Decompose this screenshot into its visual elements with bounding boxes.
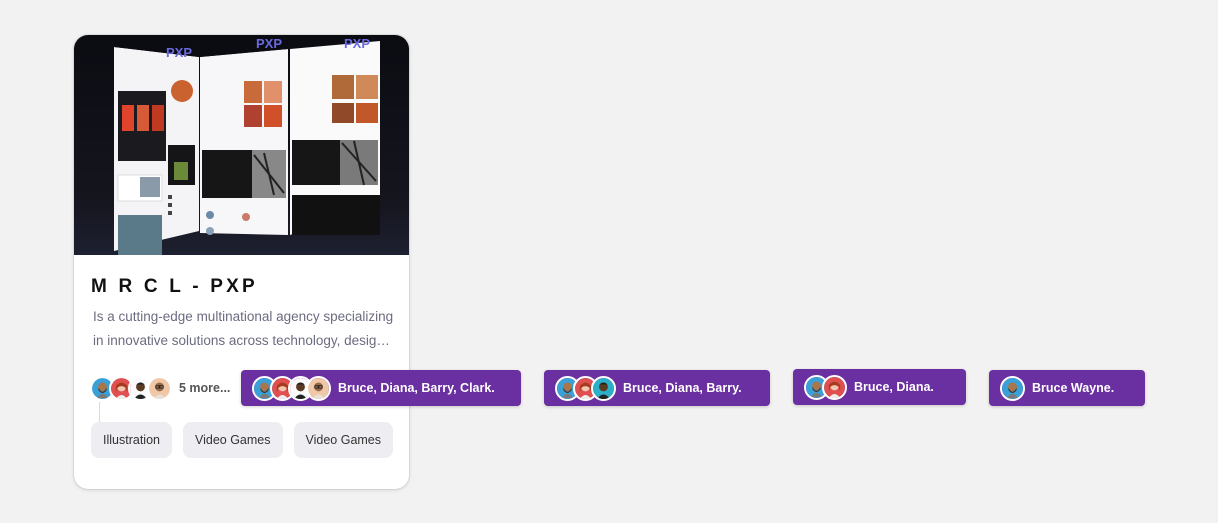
collaborators-tooltip-1: Bruce Wayne. <box>989 370 1145 406</box>
project-description: Is a cutting-edge multinational agency s… <box>93 309 394 348</box>
pxp-logo: PXP <box>166 45 192 60</box>
tooltip-names: Bruce Wayne. <box>1032 381 1115 395</box>
tag-list: Illustration Video Games Video Games <box>91 422 394 458</box>
project-thumbnail: PXP PXP PXP <box>74 35 409 255</box>
project-card[interactable]: PXP PXP PXP M R C L - PXP Is a cutting-e… <box>74 35 409 489</box>
tooltip-avatars <box>252 375 331 401</box>
collaborators-tooltip-3: Bruce, Diana, Barry. <box>544 370 770 406</box>
collaborators-group[interactable]: 5 more... <box>90 374 230 402</box>
tag-chip[interactable]: Illustration <box>91 422 172 458</box>
avatar-glasses-icon <box>306 375 331 401</box>
website-mockup-image: PXP PXP PXP <box>114 35 380 255</box>
collaborators-tooltip-2: Bruce, Diana. <box>793 369 966 405</box>
more-collaborators-label[interactable]: 5 more... <box>179 381 230 395</box>
project-title: M R C L - PXP <box>91 276 258 297</box>
svg-text:PXP: PXP <box>256 36 282 51</box>
svg-text:PXP: PXP <box>344 36 370 51</box>
tooltip-names: Bruce, Diana, Barry, Clark. <box>338 381 495 395</box>
tag-chip[interactable]: Video Games <box>293 422 394 458</box>
tooltip-names: Bruce, Diana. <box>854 380 934 394</box>
avatar-bald-beard-icon <box>1000 375 1025 401</box>
avatar-glasses-icon <box>147 375 172 401</box>
tooltip-avatars <box>555 375 616 401</box>
collaborators-tooltip-4: Bruce, Diana, Barry, Clark. <box>241 370 521 406</box>
connector-line <box>99 402 100 422</box>
avatar-dark-skin-icon <box>591 375 616 401</box>
tag-chip[interactable]: Video Games <box>182 422 283 458</box>
tooltip-avatars <box>804 374 847 400</box>
tooltip-avatars <box>1000 375 1025 401</box>
avatar-red-hair-icon <box>822 374 847 400</box>
tooltip-names: Bruce, Diana, Barry. <box>623 381 742 395</box>
